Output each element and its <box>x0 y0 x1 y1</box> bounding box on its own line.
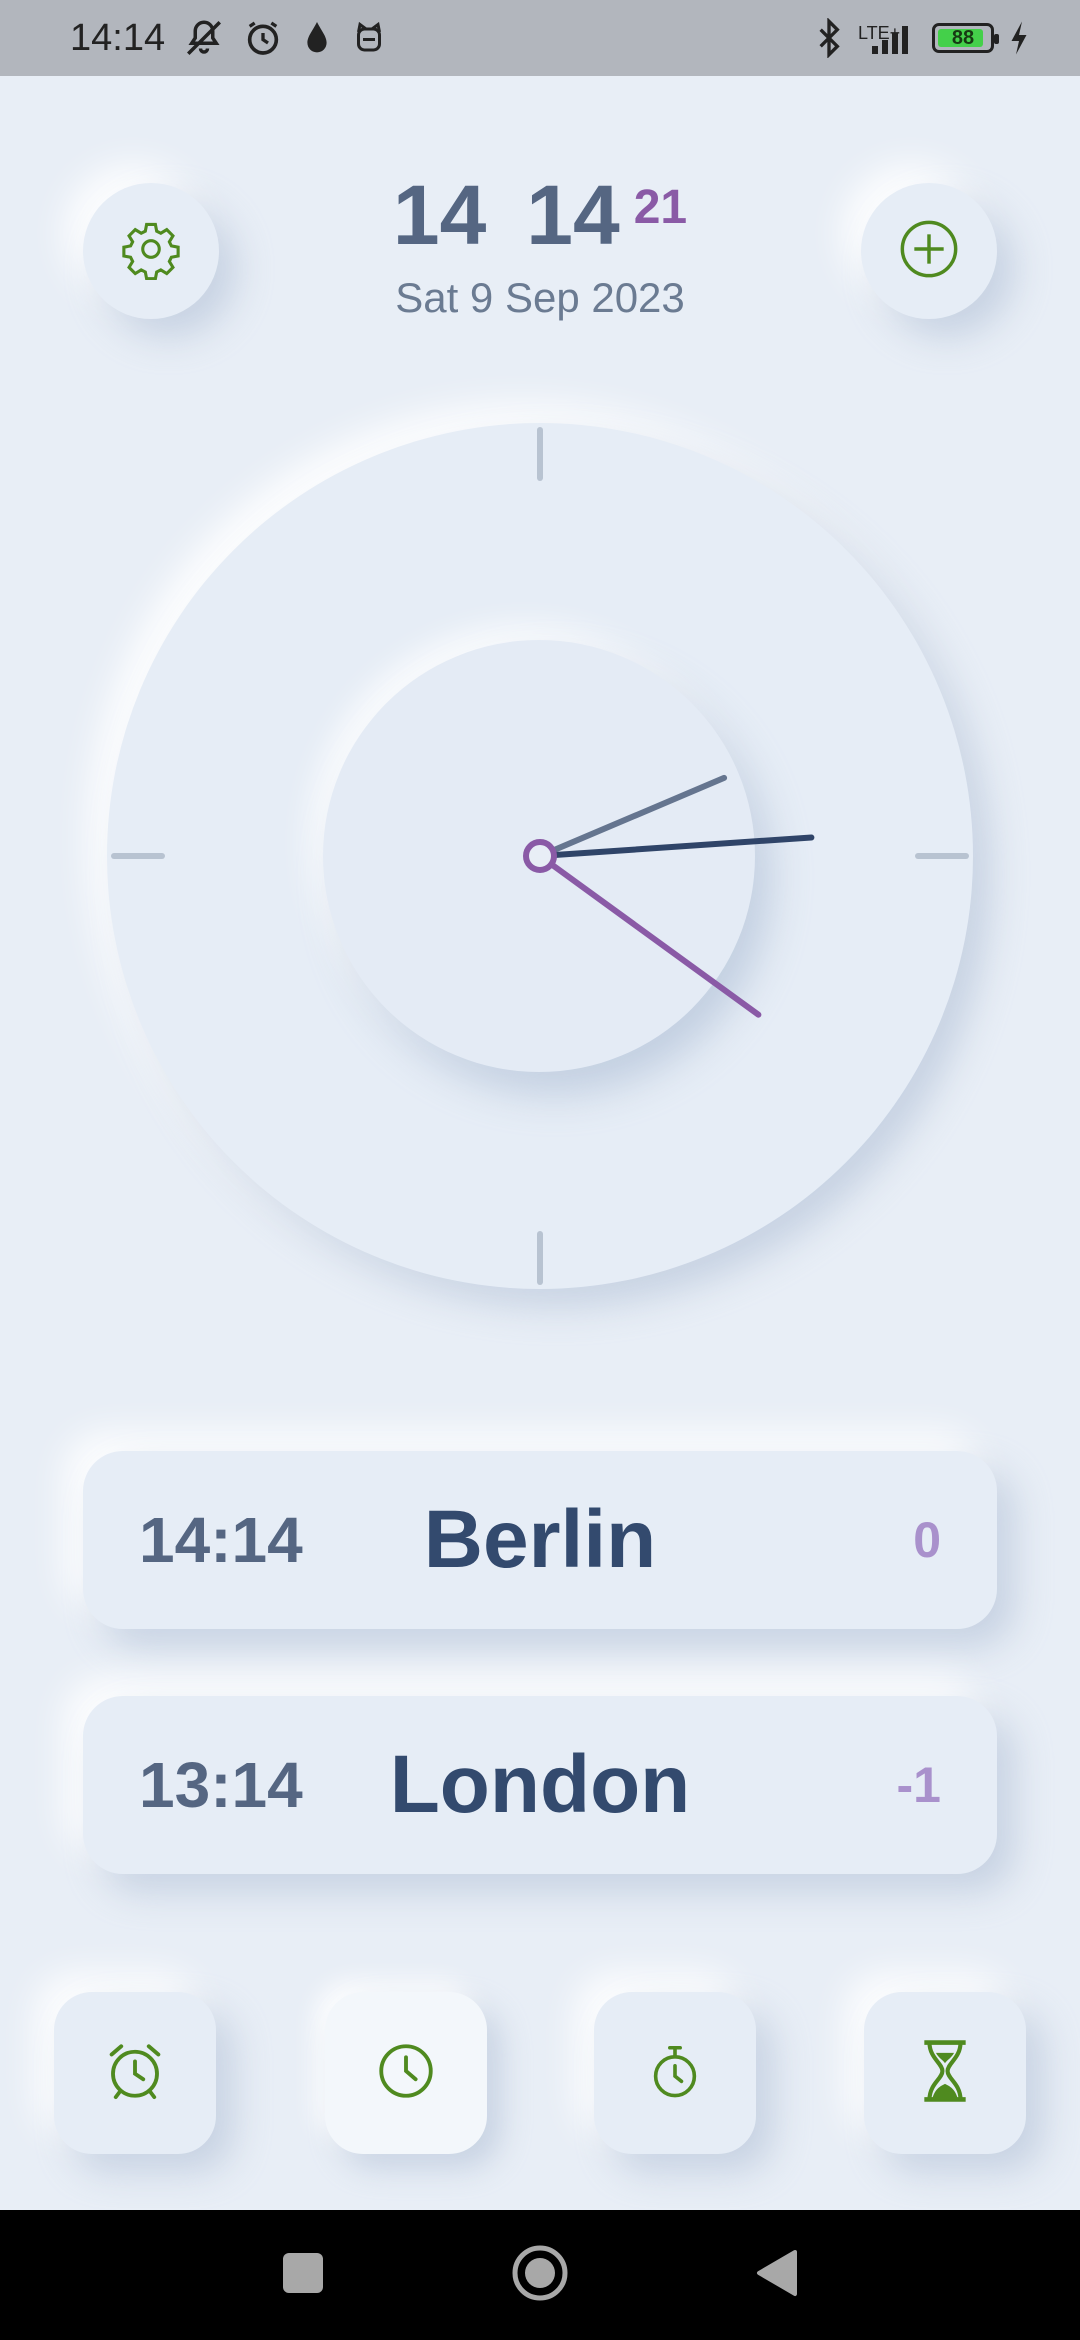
city-name: London <box>389 1739 691 1830</box>
home-button[interactable] <box>480 2210 600 2340</box>
nav-clock-button[interactable] <box>325 1992 487 2154</box>
alarm-clock-icon <box>102 2038 168 2109</box>
nav-alarm-button[interactable] <box>54 1992 216 2154</box>
city-name: Berlin <box>423 1494 657 1585</box>
second-hand <box>537 853 762 1018</box>
nav-stopwatch-button[interactable] <box>594 1992 756 2154</box>
city-offset: 0 <box>913 1512 941 1568</box>
system-nav-bar <box>0 2210 1080 2340</box>
nav-timer-button[interactable] <box>864 1992 1026 2154</box>
home-circle-icon <box>510 2243 570 2308</box>
city-offset: -1 <box>896 1757 941 1813</box>
stopwatch-icon <box>644 2040 706 2107</box>
city-row-london[interactable]: 13:14 London -1 <box>83 1696 997 1874</box>
back-triangle-icon <box>755 2248 799 2303</box>
recent-apps-button[interactable] <box>243 2210 363 2340</box>
clock-pivot <box>523 839 557 873</box>
analog-clock <box>111 427 969 1285</box>
back-button[interactable] <box>717 2210 837 2340</box>
hourglass-icon <box>914 2036 976 2111</box>
city-row-berlin[interactable]: 14:14 Berlin 0 <box>83 1451 997 1629</box>
clock-icon <box>373 2038 439 2109</box>
square-icon <box>281 2251 325 2300</box>
